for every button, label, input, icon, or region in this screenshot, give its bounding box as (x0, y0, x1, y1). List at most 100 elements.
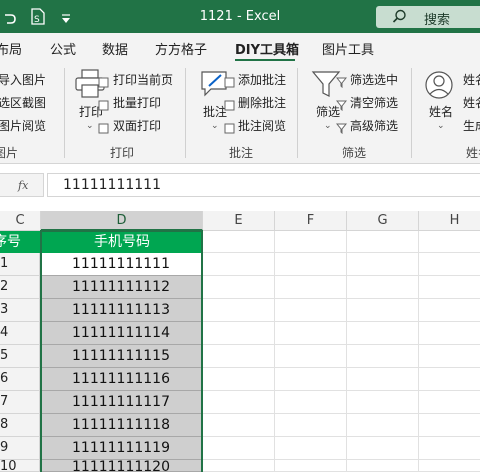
formula-bar: fx 11111111111 (0, 164, 480, 209)
empty-cell[interactable] (203, 253, 275, 276)
empty-cell[interactable] (347, 276, 419, 299)
chevron-down-icon[interactable]: ⌄ (211, 121, 219, 131)
generate-button[interactable]: 生成 (463, 117, 480, 134)
empty-cell[interactable] (419, 231, 480, 253)
tab-page-layout[interactable]: 布局 (0, 39, 22, 58)
name-option-2[interactable]: 姓名 (463, 94, 480, 111)
empty-cell[interactable] (347, 460, 419, 472)
tab-formulas[interactable]: 公式 (50, 39, 76, 58)
empty-cell[interactable] (275, 460, 347, 472)
empty-cell[interactable] (203, 460, 275, 472)
empty-cell[interactable] (419, 345, 480, 368)
empty-cell[interactable] (347, 437, 419, 460)
clear-filter-button[interactable]: 清空筛选 (350, 94, 398, 111)
empty-cell[interactable] (419, 299, 480, 322)
empty-cell[interactable] (203, 231, 275, 253)
empty-cell[interactable] (275, 391, 347, 414)
empty-cell[interactable] (203, 345, 275, 368)
cell-index[interactable]: 3 (0, 299, 40, 322)
empty-cell[interactable] (347, 368, 419, 391)
tab-data[interactable]: 数据 (102, 39, 128, 58)
view-comments-button[interactable]: 批注阅览 (238, 117, 286, 134)
empty-cell[interactable] (419, 437, 480, 460)
chevron-down-icon[interactable]: ⌄ (324, 121, 332, 131)
ribbon-separator (64, 68, 65, 158)
empty-cell[interactable] (347, 231, 419, 253)
column-header-h[interactable]: H (419, 211, 480, 231)
empty-cell[interactable] (347, 414, 419, 437)
column-header-g[interactable]: G (347, 211, 419, 231)
delete-comment-button[interactable]: 删除批注 (238, 94, 286, 111)
empty-cell[interactable] (419, 391, 480, 414)
comment-group-label: 批注 (229, 146, 254, 160)
empty-cell[interactable] (275, 299, 347, 322)
empty-cell[interactable] (347, 391, 419, 414)
duplex-print-button[interactable]: 双面打印 (113, 117, 161, 134)
add-comment-icon (224, 73, 235, 92)
empty-cell[interactable] (275, 345, 347, 368)
advanced-filter-button[interactable]: 高级筛选 (350, 117, 398, 134)
ribbon-separator (297, 68, 298, 158)
empty-cell[interactable] (203, 368, 275, 391)
tab-picture-tools[interactable]: 图片工具 (322, 39, 374, 58)
filter-selected-button[interactable]: 筛选选中 (350, 71, 398, 88)
empty-cell[interactable] (275, 231, 347, 253)
column-header-e[interactable]: E (203, 211, 275, 231)
empty-cell[interactable] (275, 414, 347, 437)
chevron-down-icon[interactable]: ⌄ (437, 121, 445, 131)
cell-index[interactable]: 9 (0, 437, 40, 460)
empty-cell[interactable] (419, 322, 480, 345)
batch-print-icon (98, 96, 109, 115)
print-current-page-button[interactable]: 打印当前页 (113, 71, 173, 88)
tab-fangfang[interactable]: 方方格子 (155, 39, 207, 58)
empty-cell[interactable] (347, 345, 419, 368)
cell-index[interactable]: 7 (0, 391, 40, 414)
empty-cell[interactable] (275, 276, 347, 299)
cell-index[interactable]: 2 (0, 276, 40, 299)
empty-cell[interactable] (419, 253, 480, 276)
insert-function-icon[interactable]: fx (18, 179, 28, 192)
empty-cell[interactable] (203, 299, 275, 322)
empty-cell[interactable] (203, 414, 275, 437)
advanced-filter-icon (335, 119, 348, 138)
empty-cell[interactable] (347, 322, 419, 345)
cell-index[interactable]: 6 (0, 368, 40, 391)
column-header-f[interactable]: F (275, 211, 347, 231)
person-icon[interactable] (424, 70, 454, 104)
import-picture-button[interactable]: 导入图片 (0, 71, 46, 88)
batch-print-button[interactable]: 批量打印 (113, 94, 161, 111)
chevron-down-icon[interactable]: ⌄ (86, 121, 94, 131)
empty-cell[interactable] (347, 299, 419, 322)
column-header-d[interactable]: D (41, 211, 203, 231)
picture-view-button[interactable]: 图片阅览 (0, 117, 46, 134)
cell-index[interactable]: 8 (0, 414, 40, 437)
search-box[interactable]: 搜索 (376, 6, 480, 28)
empty-cell[interactable] (203, 437, 275, 460)
tab-diy-toolbox[interactable]: DIY工具箱 (235, 39, 299, 58)
empty-cell[interactable] (275, 437, 347, 460)
add-comment-button[interactable]: 添加批注 (238, 71, 286, 88)
empty-cell[interactable] (203, 276, 275, 299)
column-header-c[interactable]: C (0, 211, 41, 231)
empty-cell[interactable] (347, 253, 419, 276)
header-cell-index[interactable]: 序号 (0, 231, 40, 254)
filter-group-label: 筛选 (342, 146, 367, 160)
empty-cell[interactable] (419, 368, 480, 391)
cell-index[interactable]: 10 (0, 460, 40, 474)
range-screenshot-button[interactable]: 选区截图 (0, 94, 46, 111)
empty-cell[interactable] (203, 391, 275, 414)
name-option-1[interactable]: 姓名 (463, 71, 480, 88)
cell-index[interactable]: 5 (0, 345, 40, 368)
empty-cell[interactable] (419, 460, 480, 472)
empty-cell[interactable] (275, 253, 347, 276)
empty-cell[interactable] (275, 322, 347, 345)
empty-cell[interactable] (419, 276, 480, 299)
empty-cell[interactable] (275, 368, 347, 391)
search-icon (392, 9, 406, 23)
cell-index[interactable]: 4 (0, 322, 40, 345)
search-label: 搜索 (424, 13, 451, 28)
empty-cell[interactable] (419, 414, 480, 437)
empty-cell[interactable] (203, 322, 275, 345)
name-button[interactable]: 姓名 (429, 103, 453, 120)
cell-index[interactable]: 1 (0, 253, 40, 276)
